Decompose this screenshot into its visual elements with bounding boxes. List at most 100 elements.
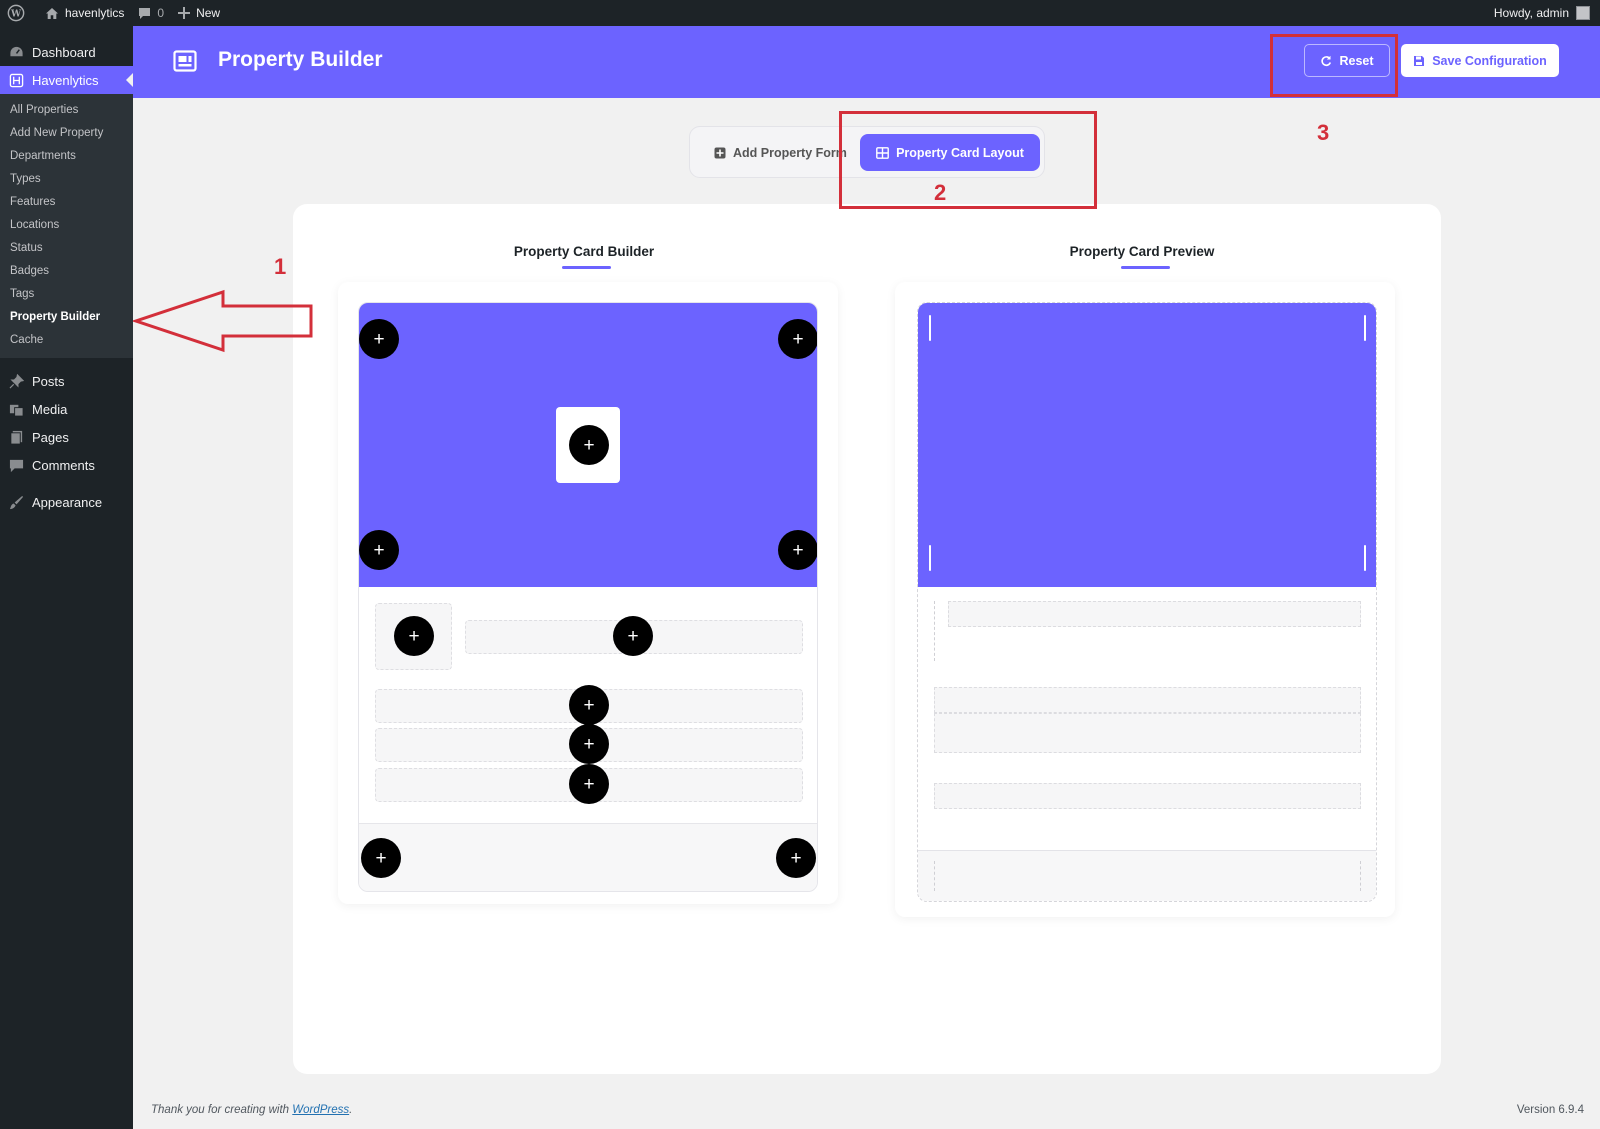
- annotation-box-reset: [1270, 34, 1398, 97]
- preview-avatar-marker: [934, 601, 935, 661]
- page-title: Property Builder: [218, 48, 383, 71]
- preview-marker-bottom-right: [1364, 545, 1366, 571]
- tab-add-property-form[interactable]: Add Property Form: [714, 134, 847, 171]
- avatar: [1576, 6, 1590, 20]
- sidebar-item-label: Dashboard: [32, 44, 96, 60]
- builder-panel: Property Card Builder Property Card Prev…: [293, 204, 1441, 1074]
- howdy-text: Howdy, admin: [1493, 6, 1569, 20]
- sidebar-item-comments[interactable]: Comments: [0, 451, 133, 479]
- tab-label: Add Property Form: [733, 145, 847, 160]
- sidebar-item-label: Pages: [32, 429, 69, 445]
- annotation-number-3: 3: [1317, 120, 1330, 145]
- builder-card-wrapper: + + + + + + + + + + + +: [338, 282, 838, 904]
- preview-footer-left-marker: [934, 861, 935, 891]
- preview-content-slot-1: [934, 687, 1361, 713]
- save-label: Save Configuration: [1432, 53, 1547, 68]
- sidebar-item-label: Posts: [32, 373, 65, 389]
- submenu-departments[interactable]: Departments: [0, 145, 133, 168]
- home-icon: [46, 7, 58, 19]
- submenu-add-new-property[interactable]: Add New Property: [0, 122, 133, 145]
- builder-column-title: Property Card Builder: [513, 244, 655, 259]
- floppy-disk-icon: [1414, 55, 1425, 66]
- annotation-arrow: [133, 289, 313, 353]
- preview-marker-bottom-left: [929, 545, 931, 571]
- submenu-badges[interactable]: Badges: [0, 260, 133, 283]
- sidebar-item-havenlytics[interactable]: Havenlytics: [0, 66, 133, 94]
- plus-square-icon: [714, 147, 726, 158]
- submenu-all-properties[interactable]: All Properties: [0, 99, 133, 122]
- preview-footer-right-marker: [1360, 861, 1361, 891]
- admin-bar: W havenlytics 0 New Howdy, admin: [0, 0, 1600, 26]
- new-content-link[interactable]: New: [171, 0, 227, 26]
- add-element-avatar-button[interactable]: +: [394, 616, 434, 656]
- svg-text:W: W: [10, 10, 22, 20]
- my-account-link[interactable]: Howdy, admin: [1487, 0, 1600, 26]
- footer-version: Version 6.9.4: [1516, 1104, 1584, 1116]
- add-element-footer-left-button[interactable]: +: [361, 838, 401, 878]
- plus-icon: [178, 7, 191, 19]
- submenu-features[interactable]: Features: [0, 191, 133, 214]
- preview-card-footer: [918, 850, 1376, 901]
- wordpress-link[interactable]: WordPress: [292, 1104, 349, 1116]
- site-name: havenlytics: [65, 6, 125, 20]
- comments-icon: [8, 457, 24, 473]
- add-element-bottom-right-button[interactable]: +: [778, 530, 817, 570]
- sidebar-item-appearance[interactable]: Appearance: [0, 488, 133, 516]
- pages-icon: [8, 429, 24, 445]
- new-label: New: [196, 6, 221, 20]
- submenu-status[interactable]: Status: [0, 237, 133, 260]
- submenu-locations[interactable]: Locations: [0, 214, 133, 237]
- havenlytics-icon: [8, 72, 24, 88]
- footer-thank-you-text: Thank you for creating with: [151, 1104, 290, 1116]
- footer-period: .: [349, 1104, 353, 1116]
- annotation-box-tabs: [839, 111, 1097, 209]
- sidebar-item-pages[interactable]: Pages: [0, 423, 133, 451]
- submenu-property-builder[interactable]: Property Builder: [0, 306, 133, 329]
- brush-icon: [8, 494, 24, 510]
- preview-content-slot-2: [934, 713, 1361, 753]
- havenlytics-submenu: All Properties Add New Property Departme…: [0, 94, 133, 358]
- add-element-content-3-button[interactable]: +: [569, 764, 609, 804]
- sidebar-item-label: Media: [32, 401, 68, 417]
- admin-sidebar: Dashboard Havenlytics All Properties Add…: [0, 26, 133, 1129]
- preview-card-wrapper: [895, 282, 1395, 917]
- add-element-footer-right-button[interactable]: +: [776, 838, 816, 878]
- add-element-top-left-button[interactable]: +: [359, 319, 399, 359]
- preview-title-underline: [1121, 266, 1170, 269]
- sidebar-item-dashboard[interactable]: Dashboard: [0, 38, 133, 66]
- preview-card: [917, 302, 1377, 902]
- submenu-tags[interactable]: Tags: [0, 283, 133, 306]
- sidebar-item-media[interactable]: Media: [0, 395, 133, 423]
- save-configuration-button[interactable]: Save Configuration: [1401, 44, 1559, 77]
- comment-bubble-icon: [139, 7, 151, 19]
- sidebar-item-label: Havenlytics: [32, 72, 99, 88]
- annotation-number-2: 2: [934, 180, 947, 205]
- add-element-content-1-button[interactable]: +: [569, 685, 609, 725]
- comments-link[interactable]: 0: [131, 0, 171, 26]
- add-element-bottom-left-button[interactable]: +: [359, 530, 399, 570]
- add-element-top-right-button[interactable]: +: [778, 319, 817, 359]
- preview-marker-top-left: [929, 315, 931, 341]
- sidebar-item-label: Appearance: [32, 494, 103, 510]
- footer-thank-you: Thank you for creating with WordPress.: [151, 1104, 352, 1116]
- preview-column-title: Property Card Preview: [1069, 244, 1215, 259]
- add-element-title-button[interactable]: +: [613, 616, 653, 656]
- sidebar-item-label: Comments: [32, 457, 95, 473]
- preview-title-slot: [948, 601, 1361, 627]
- add-element-center-button[interactable]: +: [569, 425, 609, 465]
- preview-image-area: [918, 303, 1376, 587]
- submenu-cache[interactable]: Cache: [0, 329, 133, 352]
- builder-card: + + + + + + + + + + + +: [358, 302, 818, 892]
- pin-icon: [8, 373, 24, 389]
- submenu-types[interactable]: Types: [0, 168, 133, 191]
- sidebar-item-posts[interactable]: Posts: [0, 367, 133, 395]
- preview-content-slot-3: [934, 783, 1361, 809]
- site-name-link[interactable]: havenlytics: [38, 0, 131, 26]
- media-icon: [8, 401, 24, 417]
- wordpress-logo-icon[interactable]: W: [0, 0, 38, 26]
- annotation-number-1: 1: [274, 254, 287, 279]
- property-builder-logo-icon: [173, 50, 197, 72]
- dashboard-icon: [8, 44, 24, 60]
- add-element-content-2-button[interactable]: +: [569, 724, 609, 764]
- builder-title-underline: [562, 266, 611, 269]
